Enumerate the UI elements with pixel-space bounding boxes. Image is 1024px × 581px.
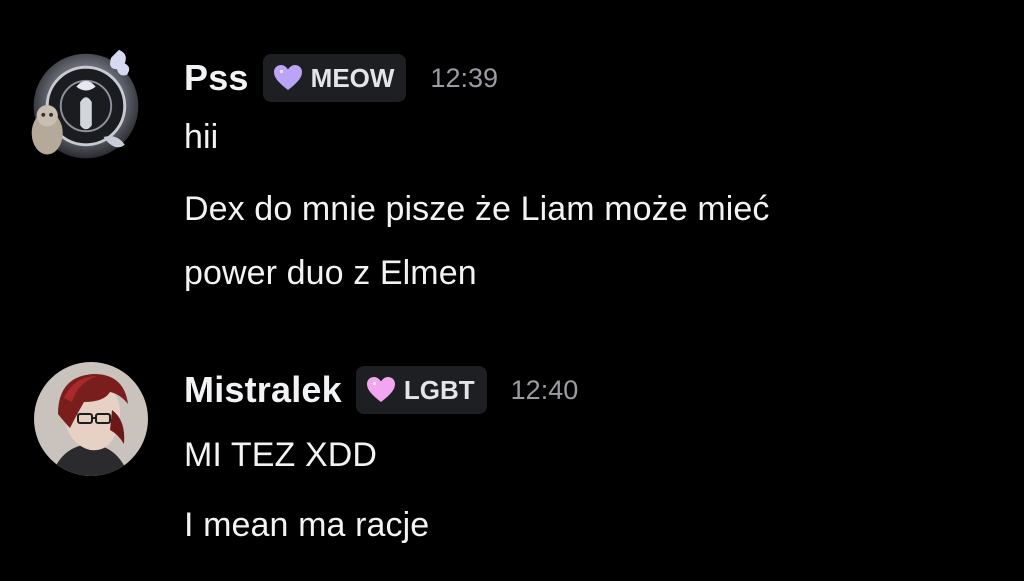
- username[interactable]: Pss: [184, 57, 249, 99]
- role-tag[interactable]: MEOW: [262, 54, 407, 102]
- message-text: hii: [184, 118, 219, 156]
- pink-heart-icon: [366, 377, 395, 402]
- message-text: Dex do mnie pisze że Liam może mieć: [184, 190, 770, 228]
- role-tag[interactable]: LGBT: [355, 366, 487, 414]
- message-header: Mistralek LGBT 12:40: [184, 364, 578, 416]
- purple-heart-icon: [273, 65, 302, 90]
- avatar[interactable]: [30, 358, 152, 480]
- message-text: MI TEZ XDD: [184, 436, 378, 474]
- avatar[interactable]: [22, 44, 148, 170]
- username[interactable]: Mistralek: [184, 369, 342, 411]
- message-header: Pss MEOW 12:39: [184, 52, 498, 104]
- role-tag-label: MEOW: [310, 62, 395, 93]
- message-text: I mean ma racje: [184, 506, 430, 544]
- timestamp: 12:40: [510, 374, 579, 405]
- role-tag-label: LGBT: [403, 374, 475, 405]
- timestamp: 12:39: [430, 62, 498, 93]
- message-text: power duo z Elmen: [184, 254, 477, 292]
